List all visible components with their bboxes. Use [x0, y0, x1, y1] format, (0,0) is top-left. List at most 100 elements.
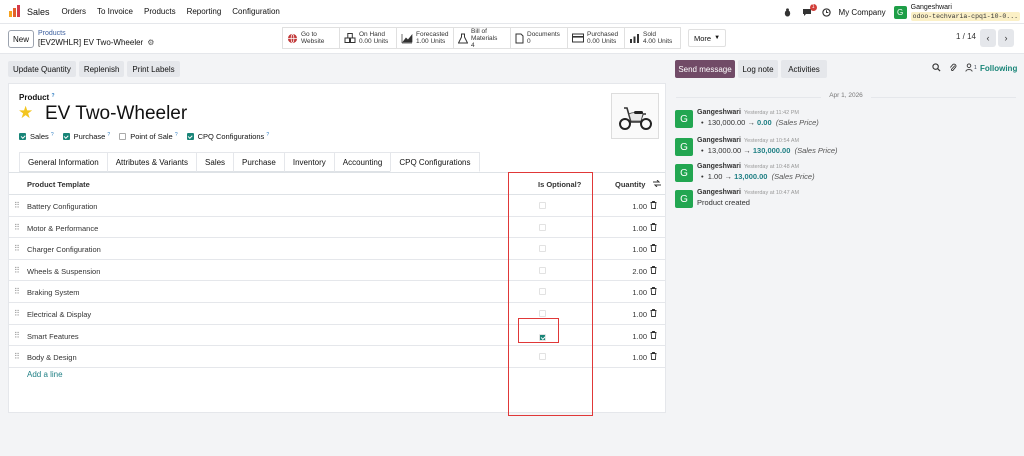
- trash-icon[interactable]: [650, 330, 657, 341]
- message-author[interactable]: Gangeshwari: [697, 163, 741, 170]
- trash-icon[interactable]: [650, 222, 657, 233]
- signal-icon: [630, 34, 639, 43]
- product-image[interactable]: [611, 93, 659, 139]
- drag-handle-icon[interactable]: ⠿: [14, 353, 20, 361]
- bug-icon[interactable]: [783, 7, 792, 17]
- menu-reporting[interactable]: Reporting: [187, 7, 222, 16]
- row-product-template[interactable]: Electrical & Display: [27, 310, 91, 319]
- tab-cpq-configurations[interactable]: CPQ Configurations: [390, 152, 480, 172]
- row-quantity[interactable]: 1.00: [621, 310, 647, 319]
- chatter-icons: 1: [932, 63, 977, 72]
- more-button[interactable]: More ▼: [688, 29, 726, 47]
- row-quantity[interactable]: 1.00: [621, 224, 647, 233]
- trash-icon[interactable]: [650, 244, 657, 254]
- add-line-link[interactable]: Add a line: [27, 370, 63, 379]
- purchase-checkbox[interactable]: [62, 133, 70, 140]
- row-product-template[interactable]: Wheels & Suspension: [27, 267, 100, 276]
- trash-icon[interactable]: [650, 309, 657, 319]
- row-quantity[interactable]: 1.00: [621, 245, 647, 254]
- row-quantity[interactable]: 1.00: [621, 353, 647, 362]
- tab-accounting[interactable]: Accounting: [333, 152, 392, 172]
- highlight-box-column: [508, 172, 593, 416]
- drag-handle-icon[interactable]: ⠿: [14, 202, 20, 210]
- tab-general-information[interactable]: General Information: [19, 152, 108, 172]
- message-avatar[interactable]: G: [675, 190, 693, 208]
- drag-handle-icon[interactable]: ⠿: [14, 288, 20, 296]
- drag-handle-icon[interactable]: ⠿: [14, 245, 20, 253]
- smart-button-website[interactable]: Go to Website: [282, 27, 339, 49]
- new-button[interactable]: New: [8, 30, 34, 48]
- user-menu[interactable]: Gangeshwari odoo-techvaria-cpq1-10-0...: [910, 3, 1020, 21]
- chat-icon[interactable]: 1: [802, 3, 817, 17]
- company-switcher[interactable]: My Company: [839, 8, 886, 17]
- drag-handle-icon[interactable]: ⠿: [14, 266, 20, 275]
- row-quantity[interactable]: 1.00: [621, 288, 647, 297]
- smart-button-bom[interactable]: Bill of Materials 4: [453, 27, 510, 49]
- smart-button-documents[interactable]: Documents 0: [510, 27, 567, 49]
- menu-orders[interactable]: Orders: [62, 7, 86, 16]
- drag-handle-icon[interactable]: ⠿: [14, 223, 20, 232]
- search-icon[interactable]: [932, 63, 941, 72]
- message-avatar[interactable]: G: [675, 110, 693, 128]
- trash-icon[interactable]: [650, 201, 657, 211]
- replenish-button[interactable]: Replenish: [78, 61, 125, 77]
- breadcrumb-products[interactable]: Products: [38, 29, 154, 38]
- sales-checkbox[interactable]: [19, 133, 26, 140]
- row-product-template[interactable]: Motor & Performance: [27, 224, 98, 233]
- row-product-template[interactable]: Body & Design: [27, 353, 77, 362]
- user-avatar[interactable]: G: [893, 5, 907, 19]
- message-avatar[interactable]: G: [675, 138, 693, 156]
- trash-icon[interactable]: [650, 352, 657, 362]
- pager-previous[interactable]: ‹: [980, 29, 996, 47]
- tab-sales[interactable]: Sales: [196, 152, 235, 172]
- arrow-right-icon: →: [724, 172, 733, 181]
- row-quantity[interactable]: 1.00: [621, 202, 647, 211]
- tab-purchase[interactable]: Purchase: [233, 152, 285, 172]
- print-labels-button[interactable]: Print Labels: [127, 61, 180, 77]
- app-name[interactable]: Sales: [27, 7, 50, 17]
- smart-button-purchased[interactable]: Purchased 0.00 Units: [567, 27, 624, 49]
- paperclip-icon[interactable]: [949, 63, 957, 72]
- pos-checkbox[interactable]: [119, 133, 127, 140]
- message-avatar[interactable]: G: [675, 164, 693, 182]
- row-quantity[interactable]: 2.00: [621, 267, 647, 276]
- drag-handle-icon[interactable]: ⠿: [14, 331, 20, 340]
- sales-app-icon[interactable]: [8, 4, 22, 19]
- clock-icon[interactable]: [821, 7, 831, 17]
- activities-button[interactable]: Activities: [781, 60, 827, 78]
- gear-icon[interactable]: ⚙: [147, 38, 154, 47]
- pager-value[interactable]: 1 / 14: [956, 32, 976, 41]
- followers-icon[interactable]: [965, 63, 973, 72]
- trash-icon[interactable]: [650, 265, 657, 276]
- col-quantity[interactable]: Quantity: [615, 180, 645, 189]
- update-quantity-button[interactable]: Update Quantity: [8, 61, 76, 77]
- smart-button-sold[interactable]: Sold 4.00 Units: [624, 27, 681, 49]
- tab-inventory[interactable]: Inventory: [283, 152, 335, 172]
- trash-icon[interactable]: [650, 287, 657, 297]
- flask-icon: [458, 33, 468, 43]
- cpq-checkbox[interactable]: [186, 133, 194, 140]
- product-name[interactable]: EV Two-Wheeler: [45, 103, 187, 125]
- tab-attributes-variants[interactable]: Attributes & Variants: [106, 152, 198, 172]
- row-product-template[interactable]: Charger Configuration: [27, 245, 101, 254]
- message-author[interactable]: Gangeshwari: [697, 137, 741, 144]
- send-message-button[interactable]: Send message: [675, 60, 735, 78]
- message-author[interactable]: Gangeshwari: [697, 189, 741, 196]
- star-icon[interactable]: ★: [18, 103, 33, 123]
- row-product-template[interactable]: Braking System: [27, 288, 80, 297]
- log-note-button[interactable]: Log note: [738, 60, 778, 78]
- col-product-template[interactable]: Product Template: [27, 180, 90, 189]
- drag-handle-icon[interactable]: ⠿: [14, 310, 20, 318]
- row-product-template[interactable]: Smart Features: [27, 332, 79, 341]
- following-button[interactable]: Following: [980, 64, 1017, 73]
- smart-button-forecasted[interactable]: Forecasted 1.00 Units: [396, 27, 453, 49]
- message-author[interactable]: Gangeshwari: [697, 109, 741, 116]
- menu-to-invoice[interactable]: To Invoice: [97, 7, 133, 16]
- pager-next[interactable]: ›: [998, 29, 1014, 47]
- menu-products[interactable]: Products: [144, 7, 176, 16]
- menu-configuration[interactable]: Configuration: [232, 7, 280, 16]
- column-settings-icon[interactable]: [653, 180, 661, 187]
- row-quantity[interactable]: 1.00: [621, 332, 647, 341]
- smart-button-on-hand[interactable]: On Hand 0.00 Units: [339, 27, 396, 49]
- row-product-template[interactable]: Battery Configuration: [27, 202, 97, 211]
